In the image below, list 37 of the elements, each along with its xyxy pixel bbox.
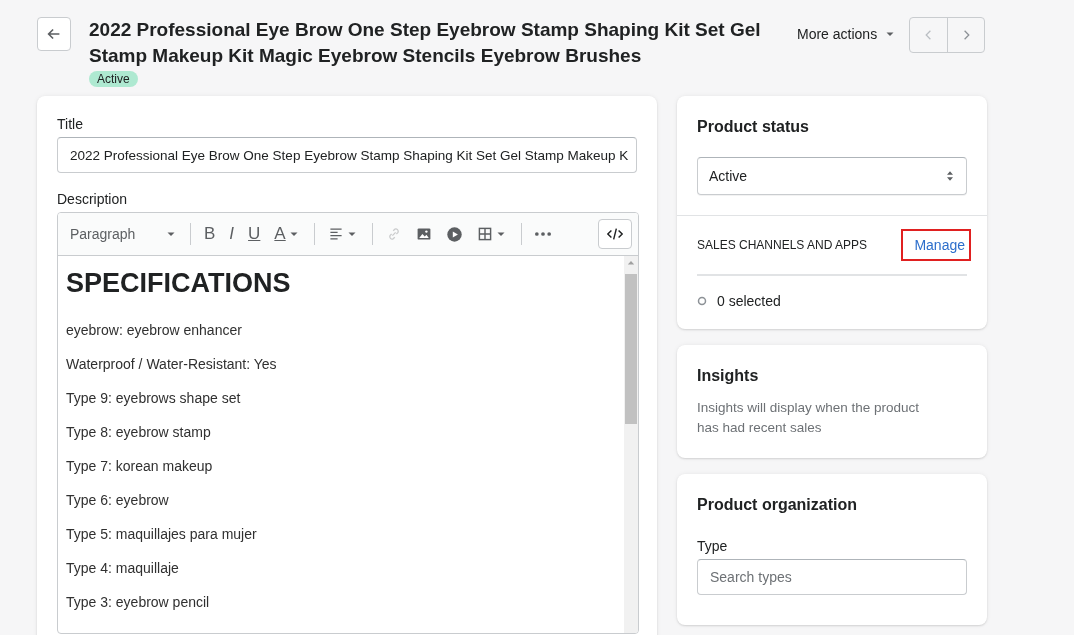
field-label: Description <box>57 191 129 207</box>
content-paragraph: Waterproof / Water-Resistant: Yes <box>66 357 278 372</box>
selected-count: 0 selected <box>717 293 781 309</box>
italic-button[interactable]: I <box>224 219 240 249</box>
code-view-button[interactable] <box>598 219 632 249</box>
field-label: Title <box>57 116 84 132</box>
insights-message: Insights will display when the product has had recent sales <box>697 399 921 437</box>
content-paragraph: Type 9: eyebrows shape set <box>66 391 242 406</box>
scrollbar[interactable] <box>624 256 638 633</box>
content-paragraph: Type 5: maquillajes para mujer <box>66 527 258 542</box>
underline-button[interactable]: U <box>243 219 266 249</box>
title-input[interactable]: 2022 Professional Eye Brow One Step Eyebrow Stamp Shaping Kit Set Gel Stamp Makeup K <box>57 137 637 173</box>
content-paragraph: Type 7: korean makeup <box>66 459 214 474</box>
field-label: Type <box>697 538 729 554</box>
section-heading: SALES CHANNELS AND APPS <box>697 238 868 252</box>
back-button[interactable] <box>37 17 71 51</box>
more-actions-button[interactable]: More actions <box>797 26 898 42</box>
card-title: Insights <box>697 367 760 385</box>
manage-link[interactable]: Manage <box>901 229 971 261</box>
product-title: 2022 Professional Eye Brow One Step Eyebrow Stamp Shaping Kit Set Gel Stamp Makeup Kit Magic Eyebrow Stencils Eyebrow Brushes <box>89 18 762 68</box>
card-title: Product status <box>697 118 810 136</box>
status-badge: Active <box>89 71 138 87</box>
content-heading: SPECIFICATIONS <box>66 268 292 299</box>
content-paragraph: Type 6: eyebrow <box>66 493 170 508</box>
scroll-up-icon <box>627 259 635 267</box>
bold-button[interactable]: B <box>199 219 221 249</box>
text-color-button[interactable]: A <box>269 219 306 249</box>
card-title: Product organization <box>697 496 858 514</box>
empty-circle-icon <box>697 296 707 306</box>
content-paragraph: Type 4: maquillaje <box>66 561 180 576</box>
paragraph-dropdown[interactable]: Paragraph <box>66 226 182 242</box>
sort-arrows-icon <box>944 170 956 182</box>
status-select[interactable]: Active <box>697 157 967 195</box>
type-search-field[interactable]: Search types <box>697 559 967 595</box>
content-paragraph: Type 8: eyebrow stamp <box>66 425 212 440</box>
content-paragraph: eyebrow: eyebrow enhancer <box>66 323 243 338</box>
content-paragraph: Type 3: eyebrow pencil <box>66 595 211 610</box>
